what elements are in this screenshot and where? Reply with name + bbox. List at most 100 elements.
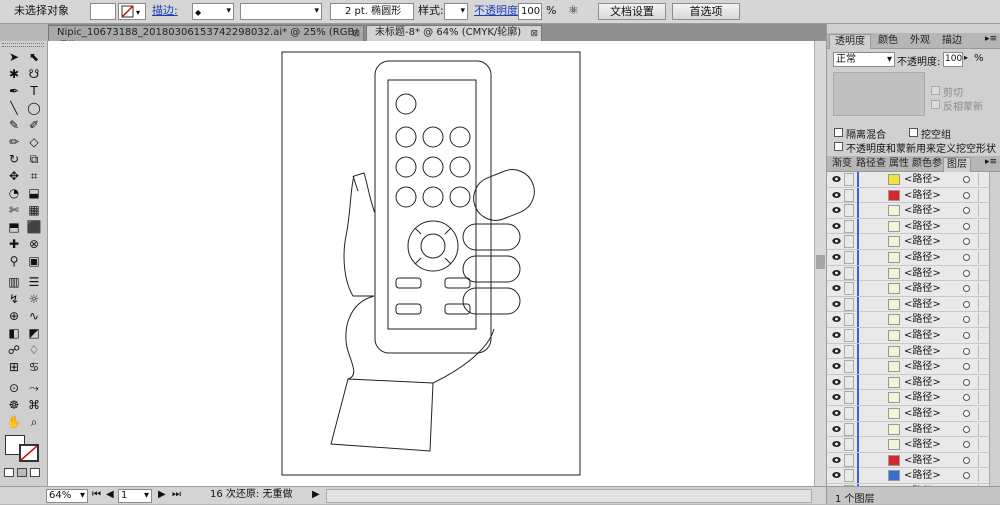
target-circle-icon[interactable] <box>963 207 970 215</box>
layer-row[interactable]: <路径> <box>827 421 1000 438</box>
selection-column[interactable] <box>978 266 989 280</box>
scale-tool-icon[interactable]: ⧉ <box>25 151 43 167</box>
target-circle-icon[interactable] <box>963 441 970 449</box>
lock-toggle[interactable] <box>844 453 854 467</box>
preferences-button[interactable]: 首选项 <box>672 3 740 20</box>
visibility-eye-icon[interactable] <box>832 206 841 214</box>
tab-gradient[interactable]: 渐变 <box>829 157 855 172</box>
panel-menu-icon[interactable]: ▸≡ <box>985 34 997 44</box>
layer-row[interactable]: <路径> <box>827 312 1000 328</box>
scroll-thumb[interactable] <box>816 255 825 269</box>
layer-row[interactable]: <路径> <box>827 437 1000 453</box>
lock-toggle[interactable] <box>844 422 854 436</box>
gradient-tool-icon[interactable]: ⬒ <box>5 219 23 235</box>
artboard-canvas[interactable] <box>48 41 814 486</box>
layer-name[interactable]: <路径> <box>904 423 941 436</box>
layer-name[interactable]: <路径> <box>904 360 941 373</box>
tab-stroke[interactable]: 描边 <box>937 34 967 49</box>
line-segment-tool-icon[interactable]: ╲ <box>5 100 23 116</box>
target-circle-icon[interactable] <box>963 378 970 386</box>
visibility-eye-icon[interactable] <box>832 409 841 417</box>
visibility-eye-icon[interactable] <box>832 253 841 261</box>
brush-definition-select[interactable]: 2 pt. 椭圆形 <box>330 3 414 20</box>
document-setup-button[interactable]: 文档设置 <box>598 3 666 20</box>
grid-tool-icon[interactable]: ⊞ <box>5 359 23 375</box>
target-circle-icon[interactable] <box>963 425 970 433</box>
fill-stroke-swatches[interactable] <box>5 435 41 463</box>
visibility-eye-icon[interactable] <box>832 378 841 386</box>
close-icon[interactable]: ⊠ <box>352 27 360 41</box>
layer-row[interactable]: <路径> <box>827 281 1000 297</box>
visibility-eye-icon[interactable] <box>832 175 841 183</box>
mesh-tool-icon[interactable]: ▦ <box>25 202 43 218</box>
paintbrush-tool-icon[interactable]: ✎ <box>5 117 23 133</box>
layer-name[interactable]: <路径> <box>904 298 941 311</box>
type-tool-icon[interactable]: T <box>25 83 43 99</box>
target-circle-icon[interactable] <box>963 347 970 355</box>
layer-name[interactable]: <路径> <box>904 267 941 280</box>
tab-appearance[interactable]: 外观 <box>905 34 935 49</box>
tab-nipic-document[interactable]: Nipic_10673188_20180306153742298032.ai* … <box>48 25 364 52</box>
lock-toggle[interactable] <box>844 313 854 327</box>
reshape-tool-icon[interactable]: ∿ <box>25 308 43 324</box>
invert-mask-checkbox[interactable] <box>931 100 940 109</box>
opacity-stepper-icon[interactable]: ▸ <box>964 53 968 62</box>
stroke-weight-field[interactable]: ◆ ▾ <box>192 3 234 20</box>
selection-column[interactable] <box>978 391 989 405</box>
lock-toggle[interactable] <box>844 360 854 374</box>
next-page-icon[interactable]: ▶ <box>158 489 166 503</box>
layer-row[interactable]: <路径> <box>827 452 1000 469</box>
selection-column[interactable] <box>978 204 989 218</box>
target-circle-icon[interactable] <box>963 238 970 246</box>
layer-row[interactable]: <路径> <box>827 406 1000 422</box>
target-circle-icon[interactable] <box>963 332 970 339</box>
visibility-eye-icon[interactable] <box>832 471 841 479</box>
layer-row[interactable]: <路径> <box>827 234 1000 250</box>
path-curve-tool-icon[interactable]: ⤳ <box>25 380 43 396</box>
prev-page-icon[interactable]: ◀ <box>106 489 114 503</box>
variable-width-profile[interactable]: ▾ <box>240 3 322 20</box>
crosshair-tool-icon[interactable]: ☸ <box>5 397 23 413</box>
rotate-tool-icon[interactable]: ↻ <box>5 151 23 167</box>
target-circle-icon[interactable] <box>963 472 970 480</box>
eraser-tool-icon[interactable]: ◇ <box>25 134 43 150</box>
shape-builder-tool-icon[interactable]: ⬓ <box>25 185 43 201</box>
layer-name[interactable]: <路径> <box>904 173 941 186</box>
target-circle-icon[interactable] <box>963 222 970 230</box>
panel-menu-icon[interactable]: ▸≡ <box>985 157 997 167</box>
lock-toggle[interactable] <box>844 251 854 264</box>
selection-column[interactable] <box>978 297 989 311</box>
eyedropper-tool-icon[interactable]: ✚ <box>5 236 23 252</box>
lasso-tool-icon[interactable]: ☋ <box>25 66 43 82</box>
target-circle-icon[interactable] <box>963 269 970 277</box>
layer-name[interactable]: <路径> <box>904 282 941 295</box>
target-circle-icon[interactable] <box>963 410 970 417</box>
panel-grip[interactable] <box>2 43 44 47</box>
visibility-eye-icon[interactable] <box>832 440 841 448</box>
selection-column[interactable] <box>978 329 989 342</box>
graphic-style-swatch[interactable]: ▾ <box>444 3 468 20</box>
lock-toggle[interactable] <box>844 219 854 233</box>
scissors-tool-icon[interactable]: ☍ <box>5 342 23 358</box>
layer-row[interactable]: <路径> <box>827 374 1000 391</box>
tab-transparency[interactable]: 透明度 <box>829 34 871 49</box>
tab-attributes[interactable]: 属性 <box>887 157 911 172</box>
layer-name[interactable]: <路径> <box>904 438 941 451</box>
vertical-scrollbar[interactable] <box>814 41 826 486</box>
lock-toggle[interactable] <box>844 469 854 483</box>
horizontal-scrollbar[interactable] <box>326 489 812 503</box>
visibility-eye-icon[interactable] <box>832 347 841 355</box>
magic-wand-tool-icon[interactable]: ✱ <box>5 66 23 82</box>
selection-tool-icon[interactable]: ➤ <box>5 49 23 65</box>
visibility-eye-icon[interactable] <box>832 284 841 292</box>
target-circle-icon[interactable] <box>963 176 970 183</box>
live-paint-tool-icon[interactable]: ↯ <box>5 291 23 307</box>
blend-mode-select[interactable]: 正常 ▾ <box>833 52 895 67</box>
layer-row[interactable]: <路径> <box>827 250 1000 266</box>
layer-row[interactable]: <路径> <box>827 265 1000 282</box>
tab-pathfinder[interactable]: 路径查 <box>856 157 886 172</box>
selection-column[interactable] <box>978 251 989 264</box>
mask-thumbnail[interactable] <box>833 72 925 116</box>
selection-column[interactable] <box>978 360 989 374</box>
selection-column[interactable] <box>978 407 989 420</box>
